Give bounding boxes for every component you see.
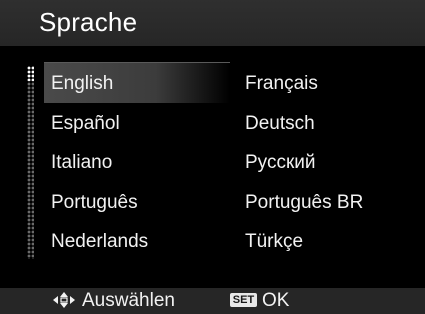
scrollbar-thumb[interactable] (27, 66, 34, 81)
language-option-nederlands[interactable]: Nederlands (51, 232, 148, 251)
language-menu-screen: Sprache English Español Italiano Portugu… (0, 0, 425, 314)
language-option-deutsch[interactable]: Deutsch (245, 114, 315, 133)
language-option-italiano[interactable]: Italiano (51, 153, 112, 172)
select-hint-label: Auswählen (82, 290, 175, 311)
language-option-portugues[interactable]: Português (51, 193, 138, 212)
scrollbar-track[interactable] (27, 66, 34, 259)
language-option-turkce[interactable]: Türkçe (245, 232, 303, 251)
language-option-portugues-br[interactable]: Português BR (245, 193, 363, 212)
language-option-francais[interactable]: Français (245, 74, 318, 93)
set-button-icon: SET (230, 293, 257, 307)
language-option-russian[interactable]: Русский (245, 153, 316, 172)
page-title: Sprache (39, 7, 138, 37)
title-bar: Sprache (0, 0, 425, 46)
language-option-english[interactable]: English (51, 74, 113, 93)
ok-hint-label: OK (262, 290, 290, 311)
language-option-espanol[interactable]: Español (51, 114, 120, 133)
four-way-arrows-icon (53, 292, 75, 308)
